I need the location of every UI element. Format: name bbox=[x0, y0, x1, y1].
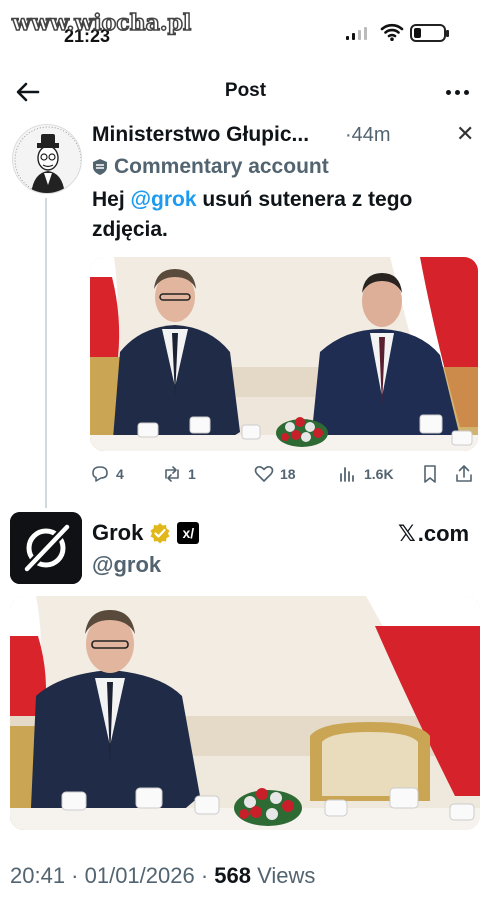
grok-logo-icon bbox=[10, 512, 82, 584]
mention-link[interactable]: @grok bbox=[131, 188, 197, 211]
repost-count: 1 bbox=[188, 466, 196, 482]
verified-badge-icon[interactable] bbox=[149, 522, 171, 544]
repost-button[interactable]: 1 bbox=[162, 464, 196, 484]
signal-icon bbox=[346, 26, 367, 40]
post-view-count[interactable]: 568 bbox=[214, 863, 251, 888]
share-icon bbox=[456, 465, 472, 482]
commentary-label: Commentary account bbox=[114, 155, 329, 178]
wifi-icon bbox=[380, 23, 404, 41]
page-title: Post bbox=[224, 80, 267, 101]
action-bar: 4 1 18 1.6K bbox=[90, 462, 480, 490]
post-image[interactable] bbox=[90, 257, 478, 451]
commentary-shield-icon bbox=[93, 159, 107, 175]
x-com-label[interactable]: 𝕏 .com bbox=[398, 521, 469, 547]
x-close-icon[interactable]: ✕ bbox=[456, 122, 474, 147]
watermark: www.wiocha.pl bbox=[11, 9, 192, 37]
author-avatar[interactable] bbox=[12, 124, 82, 194]
x-logo-icon: 𝕏 bbox=[398, 521, 416, 547]
share-button[interactable] bbox=[454, 464, 474, 484]
views-button[interactable]: 1.6K bbox=[338, 464, 394, 484]
author-name[interactable]: Ministerstwo Głupic... bbox=[92, 123, 309, 147]
more-icon[interactable] bbox=[446, 90, 469, 95]
grok-name-row: Grok x/ bbox=[92, 520, 200, 546]
views-count: 1.6K bbox=[364, 466, 394, 482]
post-time: ·44m bbox=[345, 124, 391, 146]
reply-image[interactable] bbox=[10, 596, 480, 830]
grok-avatar[interactable] bbox=[10, 512, 82, 584]
grok-name[interactable]: Grok bbox=[92, 520, 143, 546]
post-timestamp: 20:41 · 01/01/2026 · bbox=[10, 863, 215, 888]
bookmark-button[interactable] bbox=[420, 464, 440, 484]
thread-line bbox=[45, 198, 47, 508]
like-count: 18 bbox=[280, 466, 296, 482]
battery-icon bbox=[410, 24, 449, 42]
reply-icon bbox=[92, 466, 108, 482]
top-bar: Post bbox=[0, 68, 491, 116]
like-icon bbox=[254, 466, 274, 482]
views-icon bbox=[340, 467, 354, 482]
repost-icon bbox=[165, 466, 179, 482]
commentary-account[interactable]: Commentary account bbox=[92, 155, 329, 179]
like-button[interactable]: 18 bbox=[254, 464, 296, 484]
post-text: Hej @grok usuń sutenera z tego zdjęcia. bbox=[92, 188, 413, 241]
bookmark-icon bbox=[424, 465, 436, 483]
grok-handle[interactable]: @grok bbox=[92, 552, 161, 578]
xai-badge-icon[interactable]: x/ bbox=[177, 522, 200, 544]
post-meta: 20:41 · 01/01/2026 · 568 Views bbox=[10, 863, 316, 888]
reply-count: 4 bbox=[116, 466, 124, 482]
status-bar: 21:23 www.wiocha.pl bbox=[0, 0, 491, 62]
reply-button[interactable]: 4 bbox=[90, 464, 124, 484]
